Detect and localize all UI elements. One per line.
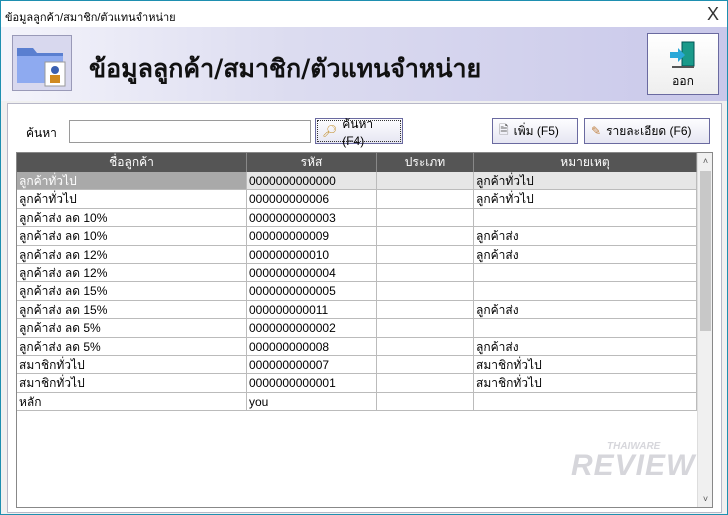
cell-note[interactable]: ลูกค้าส่ง	[474, 227, 697, 245]
table-header: ชื่อลูกค้า รหัส ประเภท หมายเหตุ	[17, 153, 712, 172]
cell-note[interactable]: ลูกค้าทั่วไป	[474, 172, 697, 190]
cell-note[interactable]	[474, 208, 697, 227]
cell-type[interactable]	[377, 337, 474, 355]
column-header-code[interactable]: รหัส	[247, 153, 377, 172]
cell-name[interactable]: ลูกค้าส่ง ลด 12%	[17, 263, 247, 282]
cell-name[interactable]: ลูกค้าส่ง ลด 5%	[17, 319, 247, 337]
page-title: ข้อมูลลูกค้า/สมาชิก/ตัวแทนจำหน่าย	[89, 54, 482, 83]
column-header-type[interactable]: ประเภท	[377, 153, 474, 172]
cell-note[interactable]: สมาชิกทั่วไป	[474, 355, 697, 374]
cell-name[interactable]: ลูกค้าทั่วไป	[17, 190, 247, 208]
cell-type[interactable]	[377, 319, 474, 337]
table-row[interactable]: ลูกค้าทั่วไป 0000000000000 ลูกค้าทั่วไป	[17, 172, 712, 191]
cell-type[interactable]	[377, 300, 474, 319]
detail-button[interactable]: ✎ รายละเอียด (F6)	[584, 118, 710, 144]
cell-code[interactable]: 000000000008	[247, 337, 377, 355]
cell-type[interactable]	[377, 355, 474, 374]
watermark-logo: THAIWARE REVIEW	[571, 441, 696, 483]
cell-name[interactable]: ลูกค้าทั่วไป	[17, 172, 247, 190]
folder-user-icon	[12, 35, 72, 91]
document-icon: 🗎	[499, 122, 509, 137]
cell-type[interactable]	[377, 245, 474, 263]
cell-type[interactable]	[377, 227, 474, 245]
table-row[interactable]: ลูกค้าส่ง ลด 10% 000000000009 ลูกค้าส่ง	[17, 227, 712, 246]
edit-document-icon: ✎	[591, 124, 602, 138]
cell-code[interactable]: 0000000000000	[247, 172, 377, 190]
cell-code[interactable]: 0000000000005	[247, 282, 377, 300]
scrollbar-thumb[interactable]	[700, 171, 711, 331]
cell-name[interactable]: ลูกค้าส่ง ลด 15%	[17, 300, 247, 319]
cell-type[interactable]	[377, 263, 474, 282]
add-button-label: เพิ่ม (F5)	[513, 123, 559, 138]
table-row[interactable]: หลัก you	[17, 392, 712, 412]
cell-code[interactable]: 000000000010	[247, 245, 377, 263]
cell-code[interactable]: 000000000011	[247, 300, 377, 319]
cell-name[interactable]: หลัก	[17, 392, 247, 411]
cell-code[interactable]: 000000000007	[247, 355, 377, 374]
cell-type[interactable]	[377, 172, 474, 190]
search-input[interactable]	[69, 120, 311, 143]
cell-name[interactable]: ลูกค้าส่ง ลด 10%	[17, 208, 247, 227]
scroll-down-icon[interactable]: ˅	[698, 494, 712, 504]
table-row[interactable]: ลูกค้าส่ง ลด 15% 000000000011 ลูกค้าส่ง	[17, 300, 712, 320]
table-row[interactable]: ลูกค้าส่ง ลด 10% 0000000000003	[17, 208, 712, 228]
cell-name[interactable]: ลูกค้าส่ง ลด 5%	[17, 337, 247, 355]
cell-name[interactable]: สมาชิกทั่วไป	[17, 355, 247, 374]
table-row[interactable]: สมาชิกทั่วไป 0000000000001 สมาชิกทั่วไป	[17, 374, 712, 393]
cell-note[interactable]	[474, 319, 697, 337]
window-title: ข้อมูลลูกค้า/สมาชิก/ตัวแทนจำหน่าย	[5, 12, 176, 24]
cell-code[interactable]: 0000000000001	[247, 374, 377, 392]
cell-code[interactable]: 0000000000004	[247, 263, 377, 282]
table-row[interactable]: ลูกค้าส่ง ลด 12% 000000000010 ลูกค้าส่ง	[17, 245, 712, 264]
cell-code[interactable]: 0000000000003	[247, 208, 377, 227]
cell-note[interactable]	[474, 392, 697, 411]
watermark-top: THAIWARE	[607, 441, 661, 452]
search-button[interactable]: 🔎︎ ค้นหา (F4)	[315, 117, 403, 148]
cell-type[interactable]	[377, 208, 474, 227]
header-banner: ข้อมูลลูกค้า/สมาชิก/ตัวแทนจำหน่าย ออก	[1, 27, 727, 101]
cell-name[interactable]: สมาชิกทั่วไป	[17, 374, 247, 392]
cell-name[interactable]: ลูกค้าส่ง ลด 12%	[17, 245, 247, 263]
add-button[interactable]: 🗎 เพิ่ม (F5)	[492, 118, 578, 144]
column-header-note[interactable]: หมายเหตุ	[474, 153, 697, 172]
cell-note[interactable]: สมาชิกทั่วไป	[474, 374, 697, 392]
cell-name[interactable]: ลูกค้าส่ง ลด 10%	[17, 227, 247, 245]
table-row[interactable]: ลูกค้าส่ง ลด 5% 000000000008 ลูกค้าส่ง	[17, 337, 712, 356]
table-row[interactable]: สมาชิกทั่วไป 000000000007 สมาชิกทั่วไป	[17, 355, 712, 375]
search-label: ค้นหา	[26, 126, 57, 140]
app-window: ข้อมูลลูกค้า/สมาชิก/ตัวแทนจำหน่าย X ข้อม…	[0, 0, 728, 515]
magnifier-icon: 🔎︎	[322, 124, 338, 138]
exit-button[interactable]: ออก	[647, 33, 719, 95]
scroll-up-icon[interactable]: ˄	[698, 156, 712, 166]
cell-type[interactable]	[377, 190, 474, 208]
cell-name[interactable]: ลูกค้าส่ง ลด 15%	[17, 282, 247, 300]
cell-note[interactable]	[474, 282, 697, 300]
cell-note[interactable]: ลูกค้าทั่วไป	[474, 190, 697, 208]
cell-note[interactable]: ลูกค้าส่ง	[474, 337, 697, 355]
watermark-main: REVIEW	[571, 449, 696, 482]
cell-code[interactable]: you	[247, 392, 377, 411]
close-button[interactable]: X	[707, 4, 719, 25]
cell-note[interactable]: ลูกค้าส่ง	[474, 300, 697, 319]
cell-code[interactable]: 000000000006	[247, 190, 377, 208]
cell-code[interactable]: 000000000009	[247, 227, 377, 245]
column-header-name[interactable]: ชื่อลูกค้า	[17, 153, 247, 172]
cell-code[interactable]: 0000000000002	[247, 319, 377, 337]
cell-note[interactable]	[474, 263, 697, 282]
cell-type[interactable]	[377, 282, 474, 300]
exit-door-icon	[670, 41, 695, 68]
cell-type[interactable]	[377, 374, 474, 392]
table-row[interactable]: ลูกค้าส่ง ลด 12% 0000000000004	[17, 263, 712, 283]
cell-note[interactable]: ลูกค้าส่ง	[474, 245, 697, 263]
detail-button-label: รายละเอียด (F6)	[606, 123, 692, 138]
cell-type[interactable]	[377, 392, 474, 411]
table-row[interactable]: ลูกค้าทั่วไป 000000000006 ลูกค้าทั่วไป	[17, 190, 712, 209]
title-bar: ข้อมูลลูกค้า/สมาชิก/ตัวแทนจำหน่าย X	[1, 1, 727, 27]
exit-label: ออก	[672, 74, 694, 88]
table-row[interactable]: ลูกค้าส่ง ลด 5% 0000000000002	[17, 319, 712, 338]
table-row[interactable]: ลูกค้าส่ง ลด 15% 0000000000005	[17, 282, 712, 301]
vertical-scrollbar[interactable]: ˄ ˅	[697, 153, 712, 507]
search-button-label: ค้นหา (F4)	[342, 116, 374, 148]
